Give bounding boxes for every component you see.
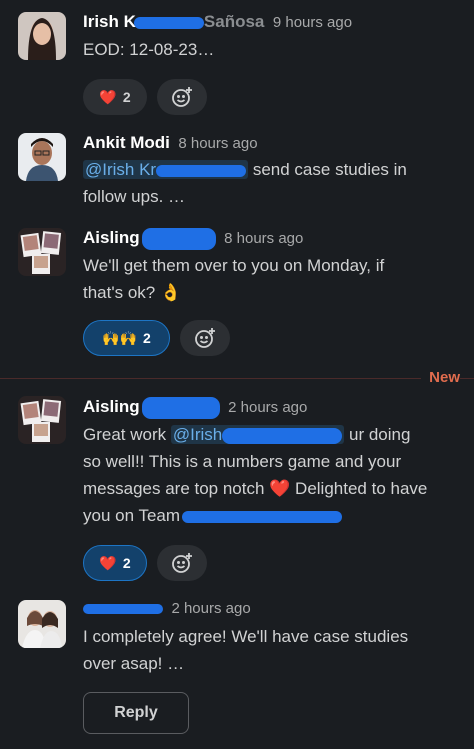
- new-messages-divider: [0, 378, 474, 379]
- reaction-raised-hands[interactable]: 🙌🙌 2: [83, 320, 170, 356]
- message-body: Great work @Irish ur doing so well!! Thi…: [83, 421, 463, 529]
- message-line-4: you on Team: [83, 502, 463, 529]
- timestamp[interactable]: 9 hours ago: [273, 14, 352, 31]
- add-reaction-icon: [172, 553, 192, 573]
- redaction: [141, 397, 220, 419]
- message-header: 2 hours ago: [83, 600, 251, 624]
- author-name[interactable]: Aisling: [83, 228, 140, 247]
- add-reaction-icon: [195, 328, 215, 348]
- user-mention[interactable]: @Irish: [170, 425, 345, 444]
- message-body: We'll get them over to you on Monday, if…: [83, 252, 463, 306]
- timestamp[interactable]: 2 hours ago: [171, 600, 250, 617]
- message-header: Irish K Sañosa 9 hours ago: [83, 12, 352, 36]
- avatar[interactable]: [18, 396, 66, 444]
- message-header: Ankit Modi 8 hours ago: [83, 133, 258, 157]
- message-body: @Irish Kr send case studies in follow up…: [83, 156, 463, 210]
- new-label: New: [421, 369, 460, 386]
- heart-emoji: ❤️: [99, 554, 117, 571]
- redaction: [182, 510, 343, 523]
- reply-button[interactable]: Reply: [83, 692, 189, 734]
- timestamp[interactable]: 8 hours ago: [224, 230, 303, 247]
- message-body: EOD: 12-08-23…: [83, 36, 463, 63]
- add-reaction-icon: [172, 87, 192, 107]
- author-name-tail: Sañosa: [203, 12, 265, 31]
- author-name[interactable]: Irish K: [83, 12, 136, 31]
- message-line-1: We'll get them over to you on Monday, if: [83, 256, 385, 275]
- reaction-count: 2: [122, 89, 131, 105]
- message-line-2: that's ok? 👌: [83, 283, 182, 302]
- message-text: EOD: 12-08-23…: [83, 40, 215, 59]
- avatar[interactable]: [18, 133, 66, 181]
- avatar[interactable]: [18, 600, 66, 648]
- message-header: Aisling 8 hours ago: [83, 228, 303, 252]
- heart-emoji: ❤️: [99, 88, 117, 105]
- user-mention[interactable]: @Irish Kr: [83, 160, 249, 179]
- message-line-1: Great work @Irish ur doing: [83, 425, 411, 444]
- redaction: [141, 228, 216, 250]
- add-reaction-button[interactable]: [180, 320, 230, 356]
- redaction: [133, 16, 204, 29]
- add-reaction-button[interactable]: [157, 545, 207, 581]
- message-line-3: messages are top notch ❤️ Delighted to h…: [83, 479, 428, 498]
- message-line-2: over asap! …: [83, 654, 185, 673]
- reaction-heart[interactable]: ❤️ 2: [83, 545, 147, 581]
- author-name[interactable]: Ankit Modi: [83, 133, 170, 152]
- avatar[interactable]: [18, 228, 66, 276]
- timestamp[interactable]: 8 hours ago: [178, 135, 257, 152]
- redaction: [222, 427, 343, 444]
- raised-hands-emoji: 🙌🙌: [102, 329, 138, 346]
- message-line-2: follow ups. …: [83, 187, 186, 206]
- message-line-2: so well!! This is a numbers game and you…: [83, 452, 402, 471]
- add-reaction-button[interactable]: [157, 79, 207, 115]
- redaction: [156, 164, 247, 177]
- message-line-1: @Irish Kr send case studies in: [83, 156, 463, 183]
- reaction-count: 2: [122, 555, 131, 571]
- message-header: Aisling 2 hours ago: [83, 397, 307, 421]
- reaction-count: 2: [143, 330, 151, 346]
- message-line-1: I completely agree! We'll have case stud…: [83, 627, 409, 646]
- timestamp[interactable]: 2 hours ago: [228, 399, 307, 416]
- avatar[interactable]: [18, 12, 66, 60]
- message-body: I completely agree! We'll have case stud…: [83, 623, 463, 677]
- author-name[interactable]: Aisling: [83, 397, 140, 416]
- redaction: [83, 603, 163, 614]
- message-text: send case studies in: [252, 160, 407, 179]
- reaction-heart[interactable]: ❤️ 2: [83, 79, 147, 115]
